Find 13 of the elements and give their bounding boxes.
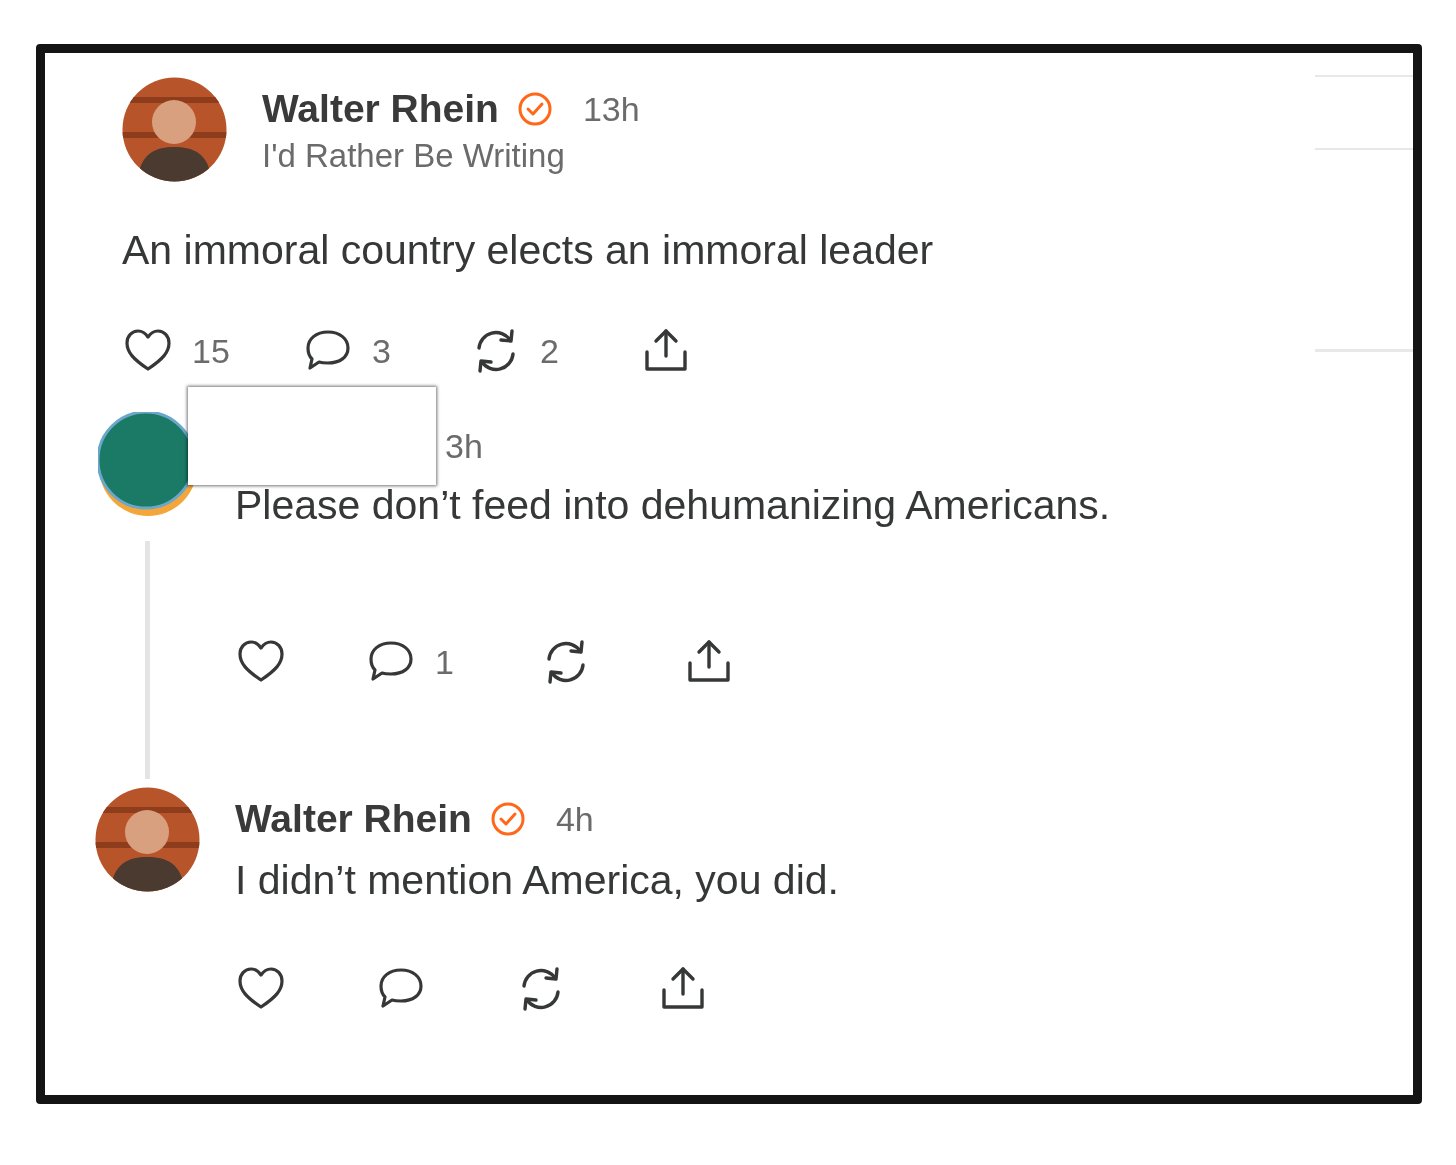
count: 3 xyxy=(372,331,391,371)
count: 2 xyxy=(540,331,559,371)
reply-text: Please don’t feed into dehumanizing Americans. xyxy=(235,482,1111,529)
author-name[interactable]: Walter Rhein xyxy=(262,87,499,131)
timestamp: 4h xyxy=(555,799,594,839)
publication-name[interactable]: I'd Rather Be Writing xyxy=(262,137,640,175)
count: 1 xyxy=(435,642,454,682)
count: 15 xyxy=(192,331,230,371)
timestamp: 3h xyxy=(445,426,483,466)
reply-text: I didn’t mention America, you did. xyxy=(235,857,839,904)
note-text: An immoral country elects an immoral leader xyxy=(122,227,935,274)
timestamp: 13h xyxy=(582,89,640,129)
author-name[interactable]: Walter Rhein xyxy=(235,797,472,841)
